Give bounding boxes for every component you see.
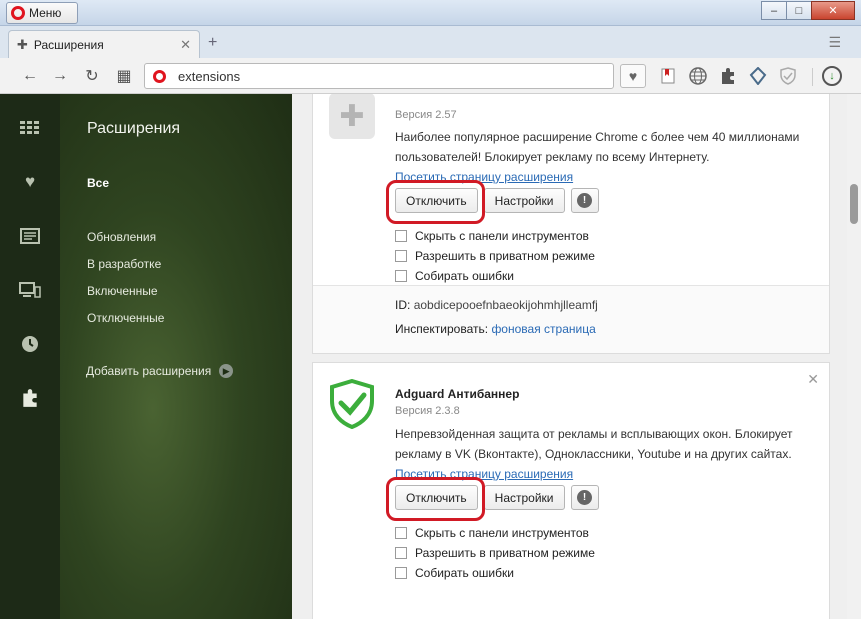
minimize-button[interactable]: – bbox=[761, 1, 787, 20]
extension-version: Версия 2.3.8 bbox=[395, 405, 460, 417]
arrow-right-icon: ▶ bbox=[219, 364, 234, 378]
new-tab-button[interactable]: + bbox=[208, 34, 217, 52]
extension-icons bbox=[658, 66, 798, 86]
checkbox[interactable] bbox=[395, 527, 407, 539]
option-collect-errors[interactable]: Собирать ошибки bbox=[395, 566, 514, 580]
option-collect-errors[interactable]: Собирать ошибки bbox=[395, 269, 514, 283]
option-allow-private[interactable]: Разрешить в приватном режиме bbox=[395, 249, 595, 263]
heart-icon[interactable]: ♥ bbox=[18, 170, 42, 194]
nav-item-updates[interactable]: Обновления bbox=[87, 230, 156, 244]
checkbox[interactable] bbox=[395, 567, 407, 579]
checkbox[interactable] bbox=[395, 547, 407, 559]
option-label: Разрешить в приватном режиме bbox=[415, 546, 595, 560]
settings-button[interactable]: Настройки bbox=[483, 485, 565, 510]
option-label: Собирать ошибки bbox=[415, 566, 514, 580]
menu-label: Меню bbox=[29, 6, 62, 20]
extension-id-line: ID: aobdicepooefnbaeokijohmhjlleamfj bbox=[395, 298, 598, 312]
history-clock-icon[interactable] bbox=[18, 332, 42, 356]
warning-icon: ! bbox=[577, 193, 592, 208]
option-label: Разрешить в приватном режиме bbox=[415, 249, 595, 263]
remove-extension-icon[interactable]: ✕ bbox=[807, 371, 819, 388]
page-title: Расширения bbox=[87, 120, 181, 137]
red-highlight-annotation bbox=[386, 477, 485, 521]
nav-item-developer[interactable]: В разработке bbox=[87, 257, 161, 271]
url-text: extensions bbox=[178, 68, 241, 84]
page-scrollbar[interactable] bbox=[847, 94, 861, 619]
tab-menu-icon[interactable]: ☰ bbox=[828, 34, 841, 51]
option-label: Скрыть с панели инструментов bbox=[415, 526, 589, 540]
close-window-button[interactable]: ✕ bbox=[811, 1, 855, 20]
generic-puzzle-icon: ✚ bbox=[329, 94, 375, 139]
red-highlight-annotation bbox=[386, 180, 485, 224]
add-extensions-label: Добавить расширения bbox=[86, 364, 212, 378]
report-button[interactable]: ! bbox=[570, 188, 599, 213]
option-hide-toolbar[interactable]: Скрыть с панели инструментов bbox=[395, 526, 589, 540]
back-button[interactable]: ← bbox=[20, 66, 40, 86]
news-icon[interactable] bbox=[18, 224, 42, 248]
address-toolbar: ← → ↻ ▦ extensions ♥ ↓ bbox=[0, 58, 861, 94]
checkbox[interactable] bbox=[395, 250, 407, 262]
extensions-puzzle-icon[interactable] bbox=[18, 386, 42, 410]
nav-item-enabled[interactable]: Включенные bbox=[87, 284, 158, 298]
extension-version: Версия 2.57 bbox=[395, 109, 457, 121]
tab-bar: ✚ Расширения ✕ + ☰ bbox=[0, 26, 861, 58]
add-extensions-link[interactable]: Добавить расширения ▶ bbox=[86, 364, 234, 378]
tab-title: Расширения bbox=[33, 37, 104, 52]
opera-shield-icon[interactable] bbox=[748, 66, 768, 86]
extension-description: Непревзойденная защита от рекламы и вспл… bbox=[395, 427, 793, 461]
extension-description: Наиболее популярное расширение Chrome с … bbox=[395, 130, 800, 164]
extensions-nav-panel: Расширения Все Обновления В разработке В… bbox=[60, 94, 292, 619]
sidebar-icon-bar: ♥ bbox=[0, 94, 60, 619]
adguard-shield-icon bbox=[330, 379, 374, 429]
extension-name: Adguard Антибаннер bbox=[395, 387, 520, 401]
puzzle-icon[interactable] bbox=[718, 66, 738, 86]
id-label: ID: bbox=[395, 298, 411, 312]
background-page-link[interactable]: фоновая страница bbox=[491, 322, 595, 336]
extension-card-adblock: ✚ Версия 2.57 Наиболее популярное расшир… bbox=[312, 94, 830, 354]
opera-logo-icon bbox=[11, 6, 25, 20]
option-hide-toolbar[interactable]: Скрыть с панели инструментов bbox=[395, 229, 589, 243]
nav-item-disabled[interactable]: Отключенные bbox=[87, 311, 164, 325]
toolbar-separator bbox=[812, 68, 813, 86]
extension-details-footer: ID: aobdicepooefnbaeokijohmhjlleamfj Инс… bbox=[313, 285, 829, 353]
speed-dial-icon[interactable] bbox=[18, 116, 42, 140]
bookmark-icon[interactable] bbox=[658, 66, 678, 86]
devices-icon[interactable] bbox=[18, 278, 42, 302]
tab-extensions[interactable]: ✚ Расширения ✕ bbox=[8, 30, 200, 58]
tab-close-icon[interactable]: ✕ bbox=[180, 37, 191, 53]
speed-dial-icon[interactable]: ▦ bbox=[114, 66, 134, 86]
globe-icon[interactable] bbox=[688, 66, 708, 86]
bookmark-heart-button[interactable]: ♥ bbox=[620, 64, 646, 88]
opera-page-icon bbox=[153, 69, 166, 83]
window-controls: – □ ✕ bbox=[761, 1, 855, 20]
address-bar[interactable]: extensions bbox=[144, 63, 614, 89]
window-titlebar: Меню – □ ✕ bbox=[0, 0, 861, 26]
reload-button[interactable]: ↻ bbox=[82, 66, 102, 86]
checkbox[interactable] bbox=[395, 230, 407, 242]
warning-icon: ! bbox=[577, 490, 592, 505]
option-label: Скрыть с панели инструментов bbox=[415, 229, 589, 243]
checkbox[interactable] bbox=[395, 270, 407, 282]
option-allow-private[interactable]: Разрешить в приватном режиме bbox=[395, 546, 595, 560]
report-button[interactable]: ! bbox=[570, 485, 599, 510]
opera-menu-button[interactable]: Меню bbox=[6, 2, 78, 24]
maximize-button[interactable]: □ bbox=[786, 1, 812, 20]
extension-card-adguard: ✕ Adguard Антибаннер Версия 2.3.8 Непрев… bbox=[312, 362, 830, 619]
inspect-label: Инспектировать: bbox=[395, 322, 489, 336]
forward-button[interactable]: → bbox=[50, 66, 70, 86]
adguard-icon[interactable] bbox=[778, 66, 798, 86]
extensions-list: ✚ Версия 2.57 Наиболее популярное расшир… bbox=[292, 94, 861, 619]
download-icon[interactable]: ↓ bbox=[822, 66, 842, 86]
id-value: aobdicepooefnbaeokijohmhjlleamfj bbox=[413, 298, 598, 312]
scrollbar-thumb[interactable] bbox=[850, 184, 858, 224]
option-label: Собирать ошибки bbox=[415, 269, 514, 283]
inspect-line: Инспектировать: фоновая страница bbox=[395, 322, 596, 336]
settings-button[interactable]: Настройки bbox=[483, 188, 565, 213]
nav-item-all[interactable]: Все bbox=[87, 176, 109, 190]
puzzle-icon: ✚ bbox=[17, 36, 28, 52]
